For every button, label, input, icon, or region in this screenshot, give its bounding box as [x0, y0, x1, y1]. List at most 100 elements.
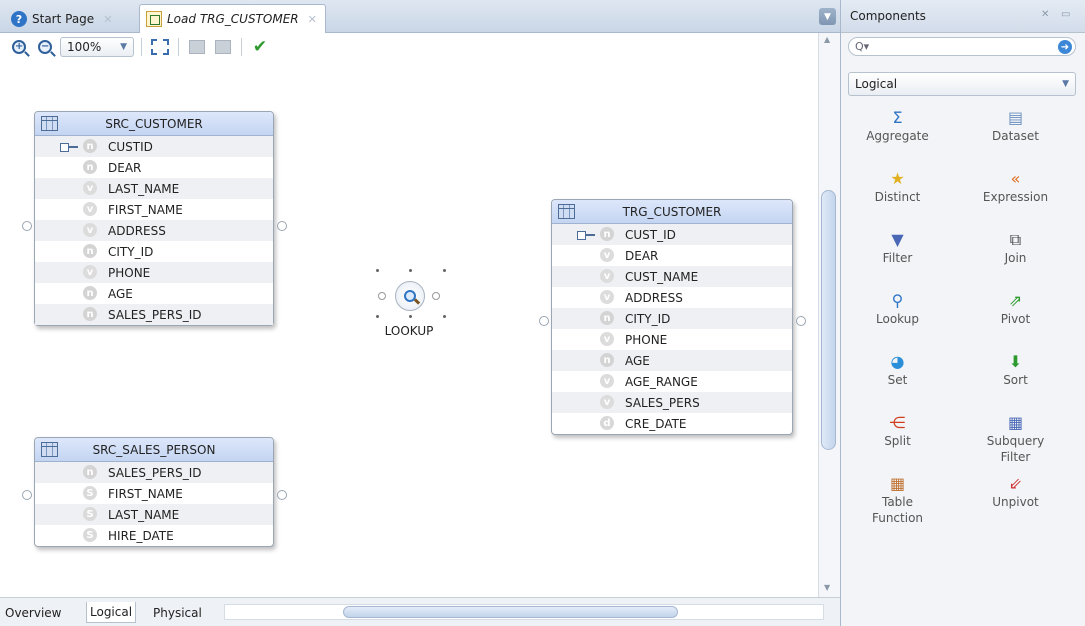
datastore-src-customer[interactable]: SRC_CUSTOMER n CUSTID n DEAR v LAST_NAME v FIRS… [34, 111, 274, 326]
zoom-out-icon: − [38, 40, 52, 54]
output-port[interactable] [277, 221, 287, 231]
component-join[interactable]: ⧉ Join [963, 230, 1068, 266]
zoom-out-button[interactable]: − [34, 36, 56, 58]
scrollbar-thumb[interactable] [821, 190, 836, 450]
attribute-row[interactable]: S HIRE_DATE [35, 525, 273, 546]
zoom-in-button[interactable]: + [8, 36, 30, 58]
tab-logical[interactable]: Logical [86, 602, 137, 623]
lookup-label: LOOKUP [384, 324, 434, 338]
output-port[interactable] [432, 292, 440, 300]
tab-load-trg-customer[interactable]: Load TRG_CUSTOMER ✕ [139, 4, 326, 33]
handle-dot [409, 315, 412, 318]
component-filter[interactable]: ▼ Filter [845, 230, 950, 266]
component-aggregate[interactable]: Σ Aggregate [845, 108, 950, 144]
component-unpivot[interactable]: ⇙ Unpivot [963, 474, 1068, 510]
attribute-name: CUST_NAME [625, 269, 699, 284]
tab-start-page[interactable]: ? Start Page ✕ [4, 4, 121, 33]
output-port[interactable] [277, 490, 287, 500]
attribute-row[interactable]: n DEAR [35, 157, 273, 178]
attribute-row[interactable]: n CUSTID [35, 136, 273, 157]
magnifier-icon [404, 290, 416, 302]
attribute-name: CUSTID [108, 139, 153, 154]
attribute-row[interactable]: n SALES_PERS_ID [35, 462, 273, 483]
component-distinct[interactable]: ★ Distinct [845, 169, 950, 205]
zoom-level-select[interactable]: 100% ▼ [60, 37, 134, 57]
attribute-name: SALES_PERS_ID [108, 307, 202, 322]
checkmark-icon: ✔ [252, 37, 268, 57]
component-expression[interactable]: « Expression [963, 169, 1068, 205]
attribute-row[interactable]: n SALES_PERS_ID [35, 304, 273, 325]
attribute-name: AGE [625, 353, 650, 368]
component-lookup[interactable]: ⚲ Lookup [845, 291, 950, 327]
component-subquery-filter[interactable]: ▦ Subquery Filter [963, 413, 1068, 465]
attribute-row[interactable]: d CRE_DATE [552, 413, 792, 434]
star-icon: ★ [890, 169, 905, 188]
attribute-row[interactable]: n AGE [552, 350, 792, 371]
component-label: Filter [882, 251, 913, 265]
scroll-up-icon[interactable]: ▲ [824, 35, 830, 44]
component-pivot[interactable]: ⇗ Pivot [963, 291, 1068, 327]
fit-to-window-button[interactable] [149, 36, 171, 58]
attribute-row[interactable]: v PHONE [35, 262, 273, 283]
tab-physical[interactable]: Physical [150, 602, 205, 623]
datatype-badge-icon: v [600, 332, 614, 346]
output-port[interactable] [796, 316, 806, 326]
vertical-scrollbar[interactable]: ▲ ▼ [818, 33, 840, 597]
attribute-row[interactable]: v FIRST_NAME [35, 199, 273, 220]
tab-overview[interactable]: Overview [2, 602, 65, 623]
datastore-src-sales-person[interactable]: SRC_SALES_PERSON n SALES_PERS_ID S FIRST_NA… [34, 437, 274, 547]
component-split[interactable]: ⋲ Split [845, 413, 950, 449]
attribute-row[interactable]: n CITY_ID [552, 308, 792, 329]
split-icon: ⋲ [889, 413, 906, 432]
toolbar-separator [241, 38, 242, 56]
attribute-row[interactable]: v AGE_RANGE [552, 371, 792, 392]
attribute-row[interactable]: n CUST_ID [552, 224, 792, 245]
attribute-row[interactable]: v LAST_NAME [35, 178, 273, 199]
input-port[interactable] [22, 221, 32, 231]
input-port[interactable] [378, 292, 386, 300]
minimize-icon[interactable]: ▭ [1061, 9, 1070, 20]
component-set[interactable]: ◕ Set [845, 352, 950, 388]
component-label: Pivot [1000, 312, 1031, 326]
attribute-row[interactable]: v CUST_NAME [552, 266, 792, 287]
tab-list-dropdown-button[interactable]: ▼ [819, 8, 836, 25]
diagram-canvas[interactable]: SRC_CUSTOMER n CUSTID n DEAR v LAST_NAME v FIRS… [0, 61, 818, 597]
primary-key-icon [577, 231, 595, 240]
layout-button[interactable] [186, 36, 208, 58]
datastore-header: SRC_CUSTOMER [35, 112, 273, 136]
component-table-function[interactable]: ▦ Table Function [845, 474, 950, 526]
diagram-toolbar: + − 100% ▼ ✔ [0, 33, 840, 61]
fit-to-window-icon [151, 39, 169, 55]
attribute-row[interactable]: v DEAR [552, 245, 792, 266]
attribute-row[interactable]: n AGE [35, 283, 273, 304]
input-port[interactable] [539, 316, 549, 326]
validate-button[interactable]: ✔ [249, 36, 271, 58]
search-go-icon[interactable]: ➜ [1058, 40, 1072, 54]
category-select[interactable]: Logical ▼ [848, 72, 1076, 96]
attribute-row[interactable]: S LAST_NAME [35, 504, 273, 525]
component-dataset[interactable]: ▤ Dataset [963, 108, 1068, 144]
auto-layout-icon [215, 40, 231, 54]
component-search-input[interactable]: Q▾ ➜ [848, 37, 1076, 56]
lookup-node[interactable] [395, 281, 425, 311]
datastore-trg-customer[interactable]: TRG_CUSTOMER n CUST_ID v DEAR v CUST_NAME v ADD… [551, 199, 793, 435]
auto-layout-button[interactable] [212, 36, 234, 58]
scrollbar-thumb[interactable] [343, 606, 678, 618]
close-icon[interactable]: ✕ [308, 13, 317, 26]
component-sort[interactable]: ⬇ Sort [963, 352, 1068, 388]
handle-dot [443, 269, 446, 272]
attribute-row[interactable]: v ADDRESS [35, 220, 273, 241]
input-port[interactable] [22, 490, 32, 500]
close-icon[interactable]: ✕ [103, 13, 112, 26]
attribute-row[interactable]: v PHONE [552, 329, 792, 350]
component-label: Distinct [874, 190, 921, 204]
lookup-component[interactable]: LOOKUP [370, 267, 448, 339]
attribute-row[interactable]: S FIRST_NAME [35, 483, 273, 504]
horizontal-scrollbar[interactable] [224, 604, 824, 620]
attribute-row[interactable]: n CITY_ID [35, 241, 273, 262]
datatype-badge-icon: n [83, 139, 97, 153]
attribute-row[interactable]: v SALES_PERS [552, 392, 792, 413]
attribute-row[interactable]: v ADDRESS [552, 287, 792, 308]
close-icon[interactable]: ✕ [1041, 9, 1049, 20]
scroll-down-icon[interactable]: ▼ [824, 583, 830, 592]
